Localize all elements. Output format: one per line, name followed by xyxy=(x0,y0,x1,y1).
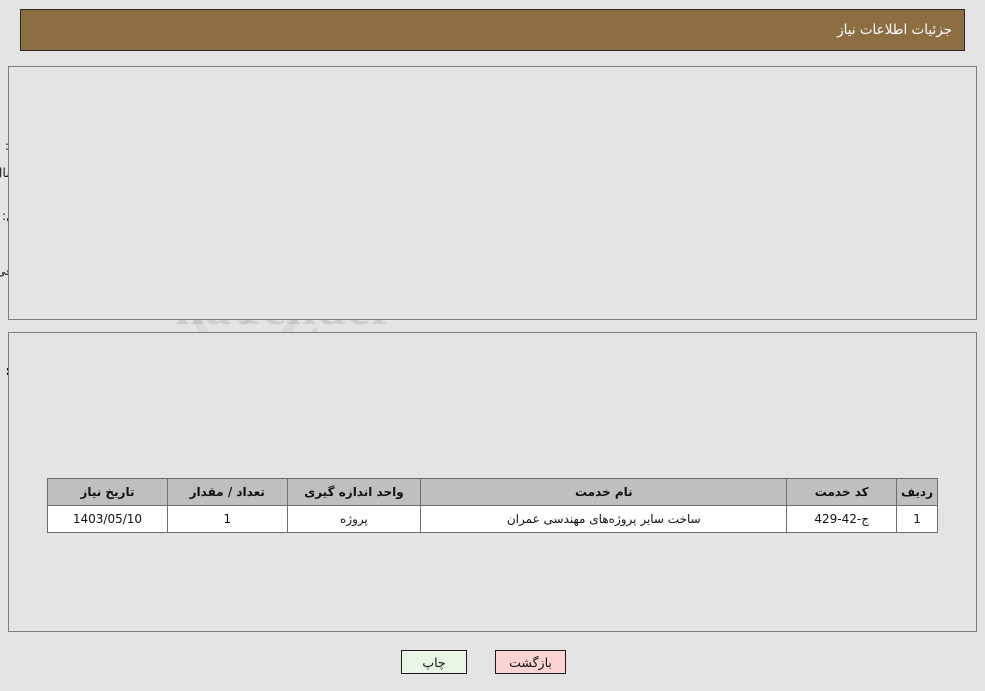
cell-unit: پروژه xyxy=(286,505,422,533)
col-service-code: کد خدمت xyxy=(786,478,898,506)
need-info-panel xyxy=(8,66,977,320)
cell-need-date: 1403/05/10 xyxy=(47,505,168,533)
page-root: V naTender .net جزئیات اطلاعات نیاز شمار… xyxy=(0,0,985,691)
table-row: 1 ج-42-429 ساخت سایر پروژه‌های مهندسی عم… xyxy=(47,505,938,533)
print-button[interactable]: چاپ xyxy=(401,650,467,674)
col-quantity: تعداد / مقدار xyxy=(166,478,288,506)
col-unit: واحد اندازه گیری xyxy=(286,478,422,506)
table-header-row: ردیف کد خدمت نام خدمت واحد اندازه گیری ت… xyxy=(47,478,938,506)
page-title: جزئیات اطلاعات نیاز xyxy=(837,22,952,38)
back-button[interactable]: بازگشت xyxy=(495,650,566,674)
cell-service-name: ساخت سایر پروژه‌های مهندسی عمران xyxy=(420,505,788,533)
services-table: ردیف کد خدمت نام خدمت واحد اندازه گیری ت… xyxy=(47,478,938,533)
col-row: ردیف xyxy=(896,478,938,506)
cell-quantity: 1 xyxy=(166,505,288,533)
col-need-date: تاریخ نیاز xyxy=(47,478,168,506)
cell-service-code: ج-42-429 xyxy=(786,505,898,533)
cell-row: 1 xyxy=(896,505,938,533)
header-bar: جزئیات اطلاعات نیاز xyxy=(20,9,965,51)
col-service-name: نام خدمت xyxy=(420,478,788,506)
